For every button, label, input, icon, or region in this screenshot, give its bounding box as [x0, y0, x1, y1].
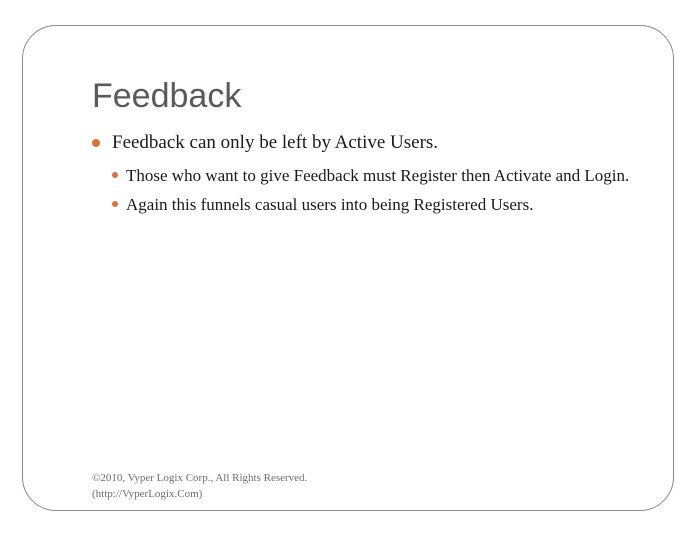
slide-title: Feedback — [92, 77, 242, 115]
bullet-item-level2: Again this funnels casual users into bei… — [112, 193, 652, 216]
bullet-list: Feedback can only be left by Active User… — [92, 130, 652, 222]
bullet-item-level1: Feedback can only be left by Active User… — [92, 130, 652, 156]
footer-url: (http://VyperLogix.Com) — [92, 488, 203, 500]
slide-page: Feedback Feedback can only be left by Ac… — [0, 0, 700, 539]
bullet-text: Feedback can only be left by Active User… — [112, 132, 439, 153]
bullet-item-level2: Those who want to give Feedback must Reg… — [112, 164, 652, 187]
bullet-text: Again this funnels casual users into bei… — [126, 195, 534, 214]
slide-footer: ©2010, Vyper Logix Corp., All Rights Res… — [92, 470, 307, 502]
bullet-dot-icon — [112, 201, 118, 207]
bullet-dot-icon — [112, 172, 118, 178]
bullet-dot-icon — [92, 139, 100, 147]
footer-copyright: ©2010, Vyper Logix Corp., All Rights Res… — [92, 472, 308, 484]
bullet-text: Those who want to give Feedback must Reg… — [126, 166, 630, 185]
